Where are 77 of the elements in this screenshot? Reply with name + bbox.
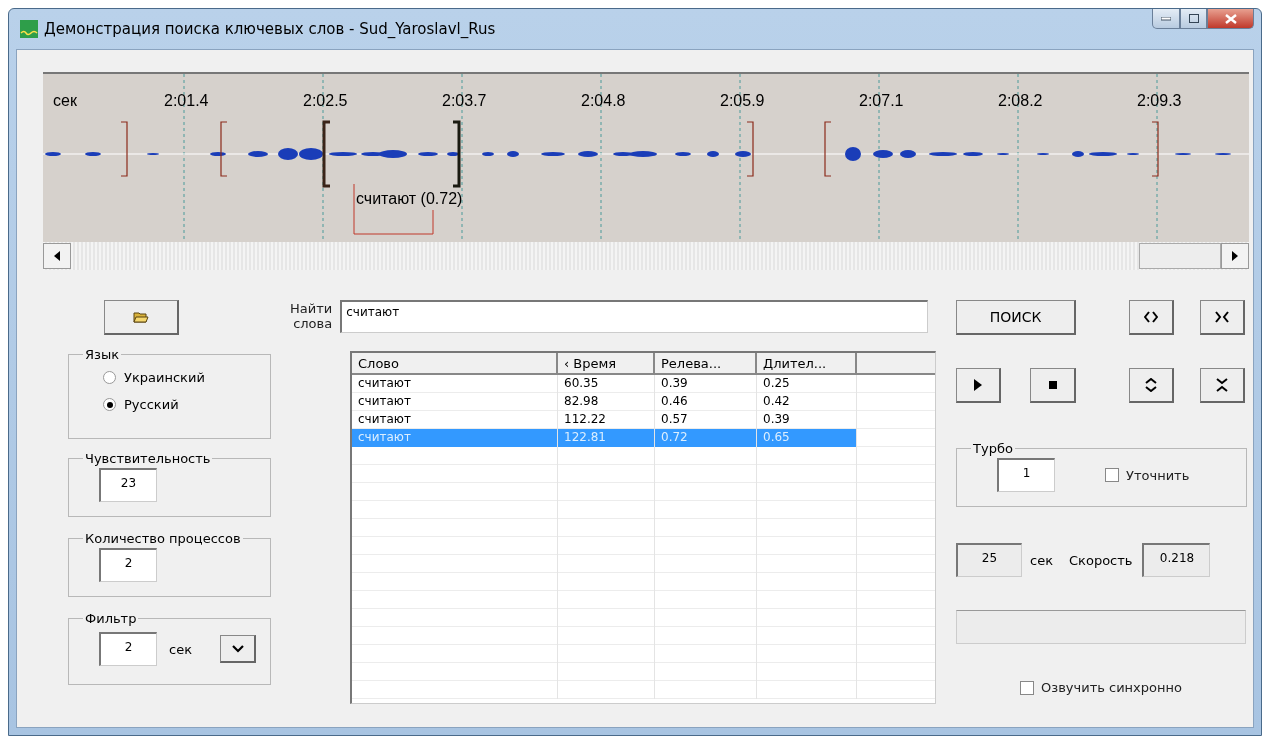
folder-icon <box>133 310 149 324</box>
table-cell: 0.42 <box>757 393 857 411</box>
number-field[interactable]: 23 <box>99 468 157 502</box>
scrollbar-thumb[interactable] <box>1139 243 1221 269</box>
radio-button[interactable] <box>103 398 116 411</box>
group-title: Чувствительность <box>84 451 212 466</box>
play-button[interactable] <box>956 368 1001 403</box>
dropdown-button[interactable] <box>220 635 256 663</box>
radio-button[interactable] <box>103 371 116 384</box>
table-cell: 0.25 <box>757 375 857 393</box>
search-field[interactable]: считают <box>340 300 928 333</box>
group-title: Количество процессов <box>84 531 242 546</box>
speed-field: 0.218 <box>1142 543 1211 577</box>
column-header[interactable]: Длител... <box>757 353 857 373</box>
number-field[interactable]: 2 <box>99 548 157 582</box>
table-cell: 122.81 <box>558 429 655 447</box>
group-title: Фильтр <box>84 611 138 626</box>
search-label: Найти слова <box>289 301 333 332</box>
column-header[interactable]: Слово <box>352 353 558 373</box>
table-cell: 0.72 <box>655 429 757 447</box>
table-cell: 0.39 <box>655 375 757 393</box>
time-label: 2:03.7 <box>442 92 487 110</box>
table-cell: считают <box>352 429 558 447</box>
table-cell: 0.46 <box>655 393 757 411</box>
column-header[interactable]: ‹ Время <box>558 353 655 373</box>
open-folder-button[interactable] <box>104 300 179 335</box>
number-field[interactable]: 2 <box>99 632 157 666</box>
table-cell: 82.98 <box>558 393 655 411</box>
window-title: Демонстрация поиска ключевых слов - Sud_Yaroslavl_Rus <box>44 20 497 38</box>
close-button[interactable] <box>1207 9 1254 29</box>
time-label: 2:08.2 <box>998 92 1043 110</box>
expand-vertical-button[interactable] <box>1129 368 1174 403</box>
right-arrow-icon <box>1232 251 1238 261</box>
shrink-horizontal-button[interactable] <box>1200 300 1245 335</box>
time-label: 2:01.4 <box>164 92 209 110</box>
scroll-left-button[interactable] <box>43 243 71 269</box>
group-title: Язык <box>84 347 121 362</box>
stop-icon <box>1048 381 1057 389</box>
angle-brackets-icon <box>1144 310 1158 324</box>
duration-field: 25 <box>956 543 1022 577</box>
speed-label: Скорость <box>1069 552 1133 568</box>
refine-checkbox[interactable]: Уточнить <box>1105 467 1190 483</box>
column-header[interactable]: Релева... <box>655 353 757 373</box>
detection-label: считают (0.72) <box>356 190 463 208</box>
time-label: 2:04.8 <box>581 92 626 110</box>
inward-chevrons-icon <box>1215 378 1229 392</box>
number-field[interactable]: 1 <box>997 458 1055 492</box>
left-arrow-icon <box>54 251 60 261</box>
radio-label: Русский <box>124 397 179 412</box>
stop-button[interactable] <box>1030 368 1076 403</box>
unit-label: сек <box>53 92 77 110</box>
time-label: 2:02.5 <box>303 92 348 110</box>
minimize-icon <box>1161 16 1171 21</box>
play-icon <box>973 378 983 392</box>
expand-horizontal-button[interactable] <box>1129 300 1174 335</box>
up-down-chevrons-icon <box>1144 378 1158 392</box>
shrink-vertical-button[interactable] <box>1200 368 1245 403</box>
unit-label: сек <box>1030 552 1053 568</box>
time-label: 2:05.9 <box>720 92 765 110</box>
search-button[interactable]: ПОИСК <box>956 300 1076 335</box>
close-icon <box>1224 13 1237 24</box>
group-title: Турбо <box>972 441 1014 456</box>
inward-brackets-icon <box>1215 310 1229 324</box>
table-cell: 60.35 <box>558 375 655 393</box>
app-logo-icon <box>20 20 38 38</box>
time-label: 2:07.1 <box>859 92 904 110</box>
table-cell: считают <box>352 375 558 393</box>
maximize-icon <box>1188 14 1199 23</box>
table-cell: 0.65 <box>757 429 857 447</box>
time-label: 2:09.3 <box>1137 92 1182 110</box>
table-cell: считают <box>352 393 558 411</box>
sync-checkbox[interactable]: Озвучить синхронно <box>1020 680 1247 695</box>
maximize-button[interactable] <box>1180 9 1207 29</box>
radio-label: Украинский <box>124 370 205 385</box>
scroll-right-button[interactable] <box>1221 243 1249 269</box>
unit-label: сек <box>169 641 192 657</box>
chevron-down-icon <box>231 644 244 653</box>
